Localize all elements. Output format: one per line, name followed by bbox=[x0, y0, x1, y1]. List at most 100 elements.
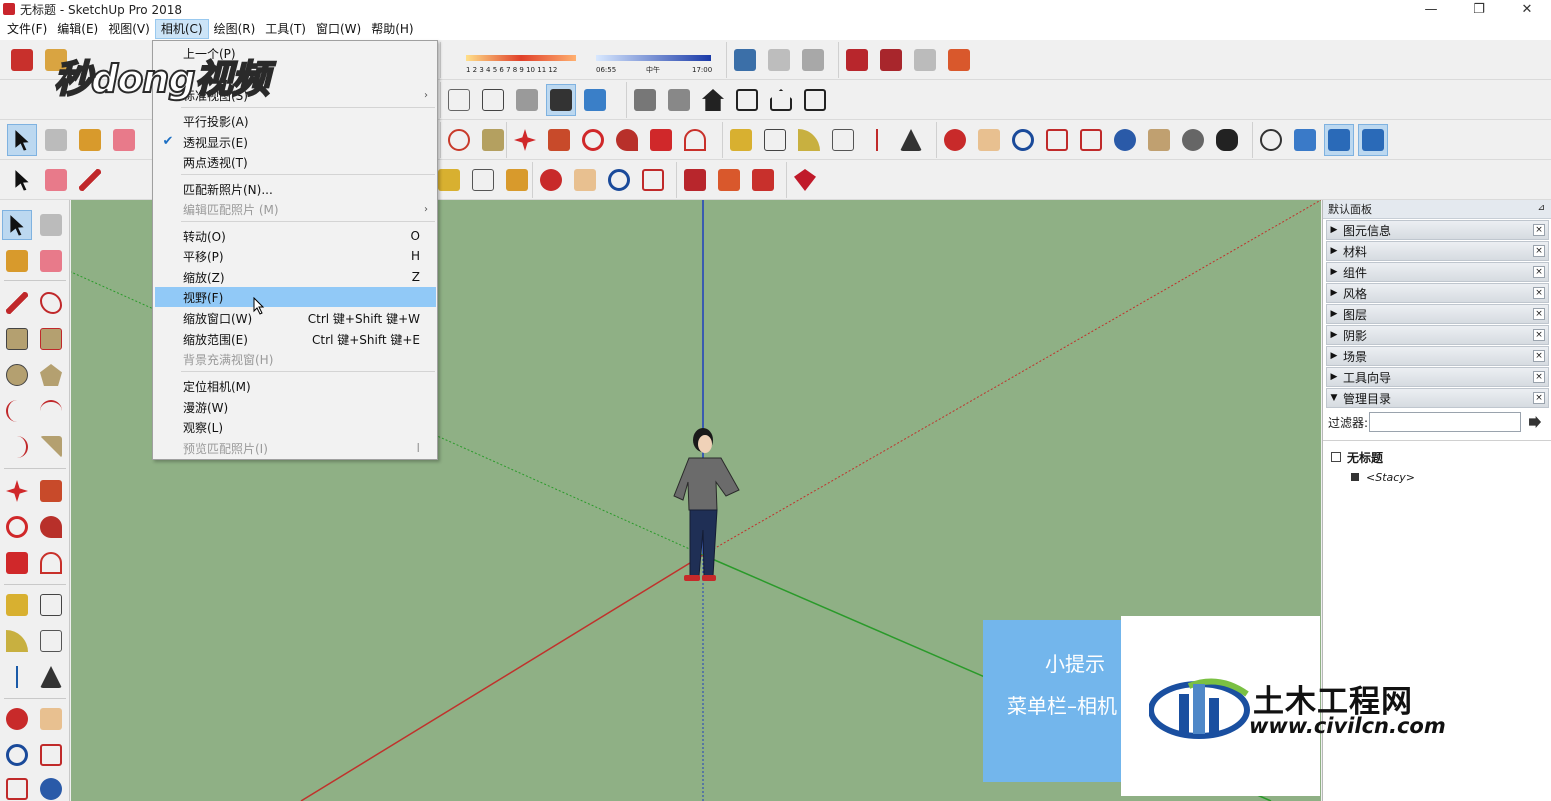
palette-pan-tool[interactable] bbox=[36, 704, 66, 734]
palette-text-tool[interactable] bbox=[36, 626, 66, 656]
minimize-button[interactable]: — bbox=[1407, 0, 1455, 18]
palette-rectangle-tool[interactable] bbox=[2, 324, 32, 354]
palette-axes-tool[interactable] bbox=[2, 662, 32, 692]
panel-close-icon[interactable]: × bbox=[1533, 350, 1545, 362]
section-plane-tool[interactable] bbox=[1256, 124, 1286, 156]
textured-tool[interactable] bbox=[546, 84, 576, 116]
monochrome-tool[interactable] bbox=[580, 84, 610, 116]
palette-select-tool[interactable] bbox=[2, 210, 32, 240]
palette-push-pull-tool[interactable] bbox=[36, 476, 66, 506]
shadow-sliders[interactable]: 1 2 3 4 5 6 7 8 9 10 11 12 06:55 中午 17:0… bbox=[444, 45, 714, 75]
walk-tool[interactable] bbox=[1212, 124, 1242, 156]
protractor-tool[interactable] bbox=[794, 124, 824, 156]
panel-layers[interactable]: ▶ 图层 × bbox=[1326, 304, 1549, 324]
menu-item-match-new-photo[interactable]: 匹配新照片(N)... bbox=[155, 179, 436, 199]
eraser-tool-2[interactable] bbox=[41, 164, 71, 196]
follow-me-tool[interactable] bbox=[612, 124, 642, 156]
menu-item-two-point-perspective[interactable]: 两点透视(T) bbox=[155, 152, 436, 172]
push-pull-tool[interactable] bbox=[544, 124, 574, 156]
menu-item-field-of-view[interactable]: 视野(F) bbox=[155, 287, 436, 315]
menu-view[interactable]: 视图(V) bbox=[103, 19, 155, 39]
palette-line-tool[interactable] bbox=[2, 288, 32, 318]
pin-icon[interactable]: ⊿ bbox=[1537, 203, 1545, 213]
palette-eraser-tool[interactable] bbox=[36, 246, 66, 276]
palette-tape-tool[interactable] bbox=[2, 590, 32, 620]
palette-move-tool[interactable] bbox=[2, 476, 32, 506]
palette-polygon-tool[interactable] bbox=[36, 360, 66, 390]
palette-3d-text-tool[interactable] bbox=[36, 662, 66, 692]
panel-materials[interactable]: ▶ 材料 × bbox=[1326, 241, 1549, 261]
3d-text-tool[interactable] bbox=[896, 124, 926, 156]
look-around-tool[interactable] bbox=[1178, 124, 1208, 156]
palette-offset-tool[interactable] bbox=[36, 548, 66, 578]
display-section-cuts-tool[interactable] bbox=[1324, 124, 1354, 156]
palette-paint-tool[interactable] bbox=[2, 246, 32, 276]
extension-warehouse-tool-2[interactable] bbox=[714, 164, 744, 196]
outliner-root-node[interactable]: 无标题 bbox=[1323, 447, 1551, 467]
pie-tool[interactable] bbox=[444, 124, 474, 156]
zoom-extents-tool-2[interactable] bbox=[638, 164, 668, 196]
panel-scenes[interactable]: ▶ 场景 × bbox=[1326, 346, 1549, 366]
palette-protractor-tool[interactable] bbox=[2, 626, 32, 656]
menu-edit[interactable]: 编辑(E) bbox=[52, 19, 103, 39]
panel-entity-info[interactable]: ▶ 图元信息 × bbox=[1326, 220, 1549, 240]
pan-tool[interactable] bbox=[974, 124, 1004, 156]
extension-tool-1[interactable] bbox=[842, 44, 872, 76]
display-section-planes-tool[interactable] bbox=[1290, 124, 1320, 156]
dimension-tool[interactable] bbox=[760, 124, 790, 156]
extension-tool-3[interactable] bbox=[910, 44, 940, 76]
extension-tool-4[interactable] bbox=[944, 44, 974, 76]
palette-previous-view-tool[interactable] bbox=[36, 774, 66, 801]
palette-zoom-extents-tool[interactable] bbox=[2, 774, 32, 801]
line-tool[interactable] bbox=[75, 164, 105, 196]
iso-view-tool[interactable] bbox=[630, 84, 660, 116]
menu-item-position-camera[interactable]: 定位相机(M) bbox=[155, 376, 436, 396]
panel-close-icon[interactable]: × bbox=[1533, 287, 1545, 299]
zoom-extents-tool[interactable] bbox=[1076, 124, 1106, 156]
left-view-tool[interactable] bbox=[800, 84, 830, 116]
menu-item-orbit[interactable]: 转动(O) O bbox=[155, 226, 436, 246]
menu-item-zoom-window[interactable]: 缩放窗口(W) Ctrl 键+Shift 键+W bbox=[155, 308, 436, 328]
arc-tool[interactable] bbox=[478, 124, 508, 156]
menu-item-zoom[interactable]: 缩放(Z) Z bbox=[155, 267, 436, 287]
move-tool[interactable] bbox=[510, 124, 540, 156]
palette-2point-arc-tool[interactable] bbox=[36, 396, 66, 426]
menu-file[interactable]: 文件(F) bbox=[2, 19, 52, 39]
palette-rotated-rectangle-tool[interactable] bbox=[36, 324, 66, 354]
zoom-tool[interactable] bbox=[1008, 124, 1038, 156]
offset-tool[interactable] bbox=[680, 124, 710, 156]
menu-item-look-around[interactable]: 观察(L) bbox=[155, 417, 436, 437]
menu-tools[interactable]: 工具(T) bbox=[260, 19, 311, 39]
section-fill-tool[interactable] bbox=[1358, 124, 1388, 156]
axes-tool[interactable] bbox=[862, 124, 892, 156]
outliner-details-arrow-icon[interactable] bbox=[1529, 416, 1542, 428]
panel-styles[interactable]: ▶ 风格 × bbox=[1326, 283, 1549, 303]
panel-close-icon[interactable]: × bbox=[1533, 371, 1545, 383]
palette-component-tool[interactable] bbox=[36, 210, 66, 240]
warehouse-tool[interactable] bbox=[730, 44, 760, 76]
menu-window[interactable]: 窗口(W) bbox=[311, 19, 366, 39]
xray-tool[interactable] bbox=[444, 84, 474, 116]
extension-tool-2[interactable] bbox=[876, 44, 906, 76]
panel-close-icon[interactable]: × bbox=[1533, 224, 1545, 236]
make-component-tool[interactable] bbox=[41, 124, 71, 156]
panel-close-icon[interactable]: × bbox=[1533, 308, 1545, 320]
palette-zoom-window-tool[interactable] bbox=[36, 740, 66, 770]
restore-button[interactable]: ❐ bbox=[1455, 0, 1503, 18]
palette-rotate-tool[interactable] bbox=[2, 512, 32, 542]
panel-close-icon[interactable]: × bbox=[1533, 329, 1545, 341]
front-view-tool[interactable] bbox=[698, 84, 728, 116]
palette-circle-tool[interactable] bbox=[2, 360, 32, 390]
3d-warehouse-tool-2[interactable] bbox=[680, 164, 710, 196]
right-view-tool[interactable] bbox=[732, 84, 762, 116]
rotate-tool[interactable] bbox=[578, 124, 608, 156]
tape-measure-tool[interactable] bbox=[726, 124, 756, 156]
text-tool-2[interactable] bbox=[468, 164, 498, 196]
palette-zoom-tool[interactable] bbox=[2, 740, 32, 770]
palette-orbit-tool[interactable] bbox=[2, 704, 32, 734]
panel-shadows[interactable]: ▶ 阴影 × bbox=[1326, 325, 1549, 345]
tape-tool-2[interactable] bbox=[434, 164, 464, 196]
outliner-child-node[interactable]: <Stacy> bbox=[1323, 467, 1551, 487]
palette-3point-arc-tool[interactable] bbox=[2, 432, 32, 462]
top-view-tool[interactable] bbox=[664, 84, 694, 116]
